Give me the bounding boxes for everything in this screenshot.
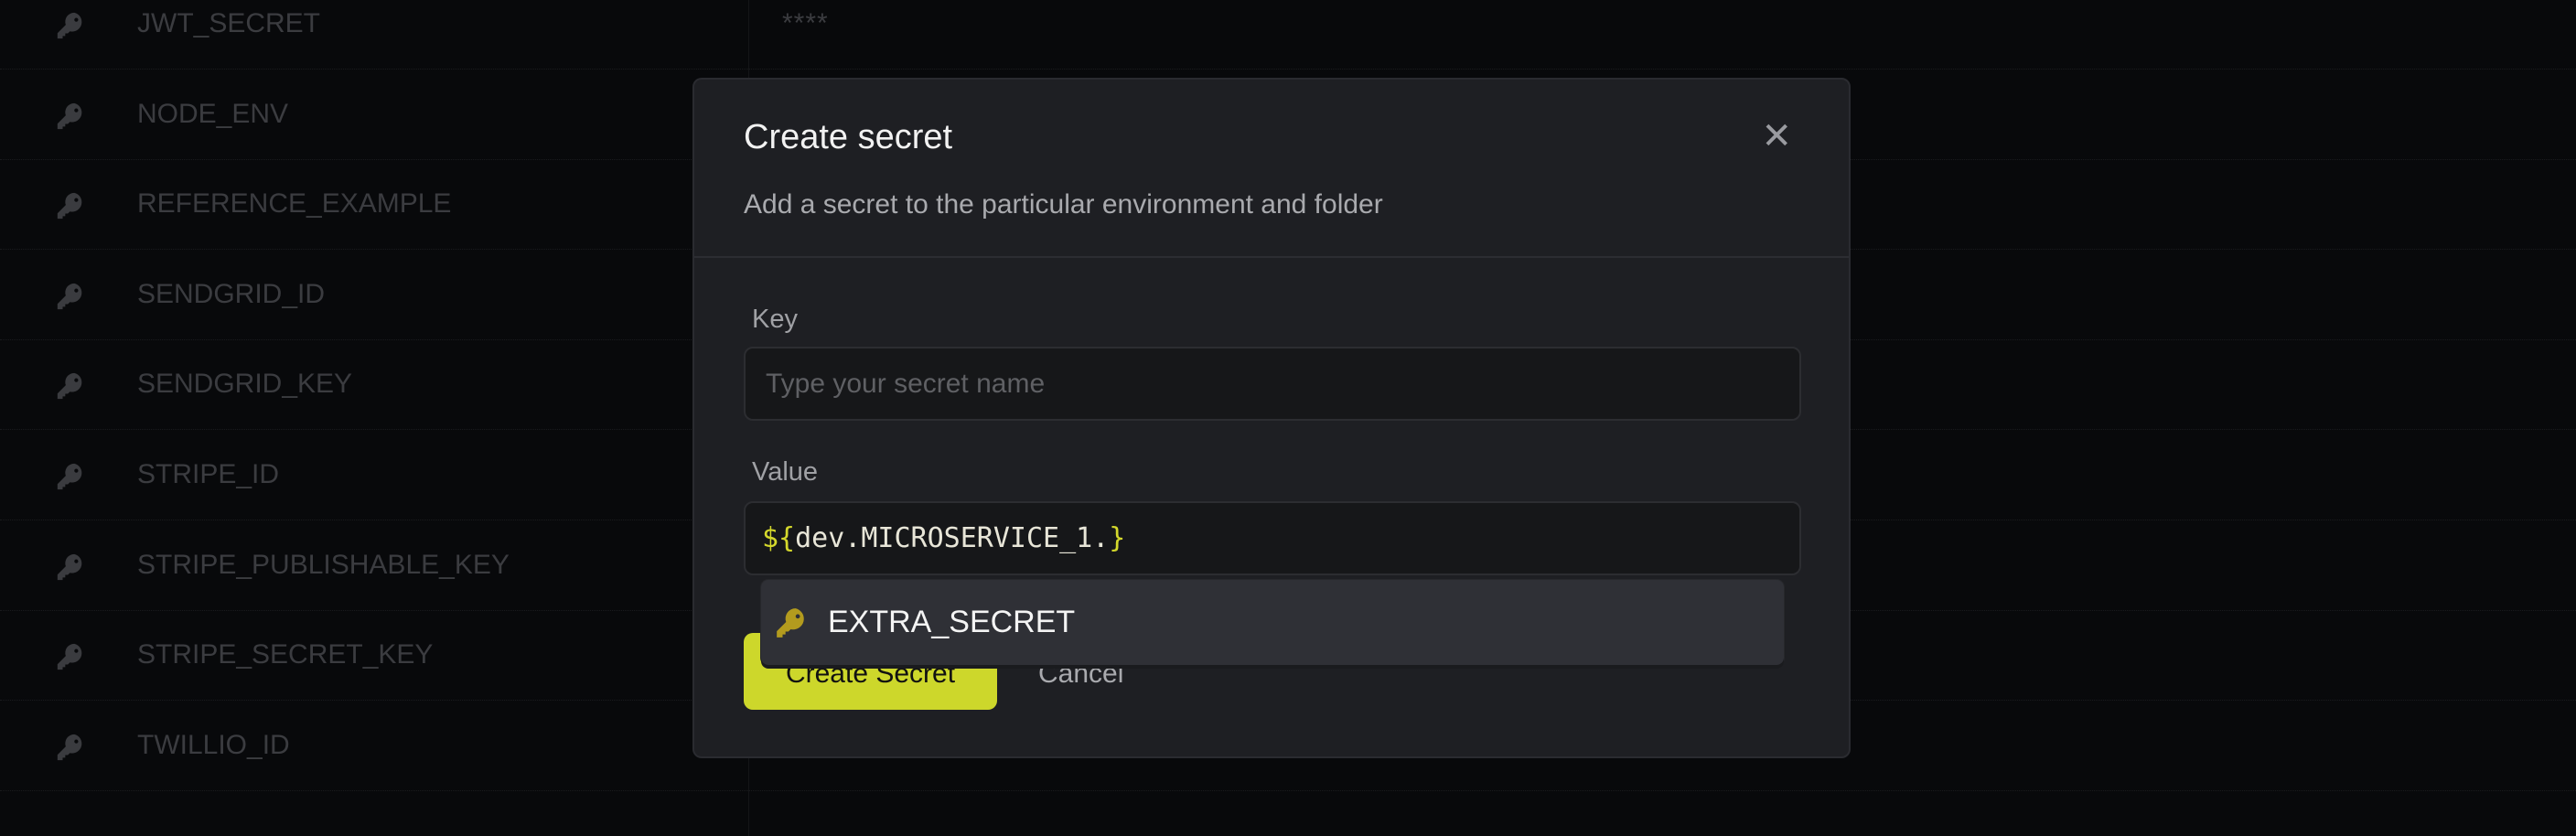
key-icon (55, 281, 86, 312)
key-icon (55, 552, 86, 583)
value-brace-close: } (1109, 522, 1126, 554)
value-input[interactable]: ${dev.MICROSERVICE_1.} (744, 501, 1801, 575)
autocomplete-item-label: EXTRA_SECRET (828, 605, 1076, 639)
secret-name: SENDGRID_KEY (137, 369, 353, 400)
modal-subtitle: Add a secret to the particular environme… (744, 189, 1383, 220)
key-icon (55, 101, 86, 132)
autocomplete-dropdown: EXTRA_SECRET (761, 580, 1784, 665)
secret-name: SENDGRID_ID (137, 278, 326, 309)
key-input[interactable]: Type your secret name (744, 347, 1801, 421)
secret-name: TWILLIO_ID (137, 729, 290, 760)
secret-value: **** (782, 8, 829, 38)
close-icon[interactable]: ✕ (1761, 118, 1792, 155)
secret-name: STRIPE_PUBLISHABLE_KEY (137, 549, 510, 580)
key-label: Key (752, 305, 798, 334)
value-text: dev.MICROSERVICE_1. (795, 522, 1110, 554)
key-icon (55, 190, 86, 221)
key-icon (55, 370, 86, 402)
key-icon (55, 641, 86, 672)
divider (694, 256, 1849, 258)
value-brace-open: ${ (762, 522, 796, 554)
secret-name: REFERENCE_EXAMPLE (137, 188, 452, 220)
modal-title: Create secret (744, 118, 953, 156)
secret-name: STRIPE_ID (137, 459, 280, 489)
secret-name: STRIPE_SECRET_KEY (137, 639, 434, 670)
secret-name: NODE_ENV (137, 98, 289, 129)
key-icon (55, 732, 86, 763)
key-icon (55, 461, 86, 492)
secret-row[interactable]: JWT_SECRET **** (0, 0, 2576, 70)
secret-name: JWT_SECRET (137, 8, 321, 38)
key-icon (55, 10, 86, 41)
key-icon (777, 608, 804, 638)
value-label: Value (752, 457, 819, 487)
key-placeholder: Type your secret name (766, 369, 1046, 399)
create-secret-modal: Create secret ✕ Add a secret to the part… (692, 78, 1851, 758)
